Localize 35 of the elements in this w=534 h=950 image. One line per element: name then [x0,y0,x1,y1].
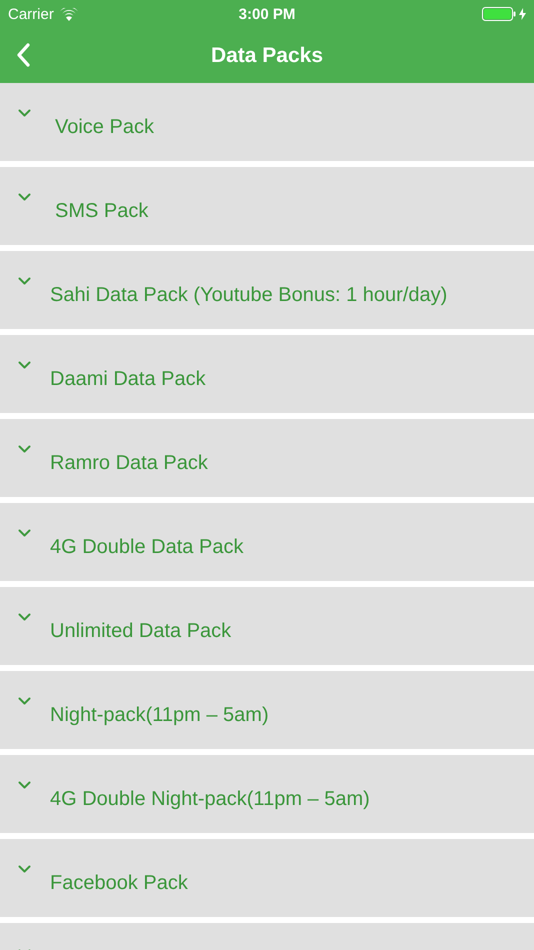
wifi-icon [60,8,78,20]
pack-row[interactable]: 4G Double Night-pack(11pm – 5am) [0,755,534,833]
chevron-icon [18,361,31,369]
pack-name: Unlimited Data Pack [50,620,232,642]
status-time: 3:00 PM [238,6,296,22]
pack-name: 4G Double Night-pack(11pm – 5am) [50,788,370,810]
screen-title: Data Packs [210,44,324,68]
pack-row[interactable]: Daami Data Pack [0,335,534,413]
pack-row[interactable]: Unlimited Data Pack [0,587,534,665]
pack-name: 4G Double Data Pack [50,536,244,558]
pack-row[interactable]: Night-pack(11pm – 5am) [0,671,534,749]
pack-row[interactable]: Sahi Data Pack (Youtube Bonus: 1 hour/day) [0,251,534,329]
chevron-icon [18,781,31,789]
chevron-icon [18,865,31,873]
pack-name: SMS Pack [55,200,148,222]
pack-row[interactable]: Ramro Data Pack [0,419,534,497]
chevron-icon [18,109,31,117]
carrier-name: Carrier [8,6,54,22]
pack-name: Ramro Data Pack [50,452,208,474]
chevron-icon [18,529,31,537]
pack-name: Facebook Pack [50,872,188,894]
chevron-icon [18,193,31,201]
pack-name: Voice Pack [55,116,154,138]
chevron-icon [18,445,31,453]
battery-icon [482,7,516,21]
pack-name: Sahi Data Pack (Youtube Bonus: 1 hour/day) [50,284,448,306]
pack-row[interactable]: SMS Pack [0,167,534,245]
pack-name: Daami Data Pack [50,368,206,390]
pack-row[interactable]: Facebook Pack [0,839,534,917]
chevron-icon [18,613,31,621]
pack-name: Night-pack(11pm – 5am) [50,704,269,726]
chevron-icon [18,277,31,285]
pack-row[interactable]: 4G Double Data Pack [0,503,534,581]
pack-row[interactable]: Voice Pack [0,83,534,161]
chevron-icon [18,697,31,705]
